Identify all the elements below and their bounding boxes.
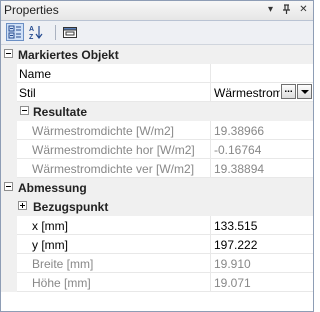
row-gutter bbox=[1, 159, 17, 178]
alphabetical-sort-button[interactable]: A Z bbox=[27, 23, 45, 41]
row-gutter bbox=[1, 83, 17, 102]
property-value[interactable]: 133.515 bbox=[214, 219, 257, 233]
property-label: y [mm] bbox=[32, 238, 68, 252]
categorized-icon bbox=[8, 25, 21, 39]
grid-empty-area bbox=[1, 295, 313, 311]
property-label: Höhe [mm] bbox=[32, 276, 91, 290]
property-value[interactable]: Wärmestrom bbox=[214, 86, 280, 100]
property-row-x[interactable]: x [mm] 133.515 bbox=[1, 216, 313, 235]
category-markiertes-objekt[interactable]: Markiertes Objekt bbox=[1, 45, 313, 64]
category-label: Resultate bbox=[33, 105, 88, 119]
property-value-cell[interactable] bbox=[211, 64, 313, 83]
property-name-cell: Name bbox=[17, 64, 211, 83]
pin-icon[interactable] bbox=[279, 2, 294, 18]
property-pages-button[interactable] bbox=[61, 23, 79, 41]
property-value-cell[interactable]: 133.515 bbox=[211, 216, 313, 235]
row-gutter bbox=[1, 121, 17, 140]
collapse-icon[interactable] bbox=[4, 182, 13, 191]
property-row-breite[interactable]: Breite [mm] 19.910 bbox=[1, 254, 313, 273]
row-gutter bbox=[1, 140, 17, 159]
property-name-cell: Wärmestromdichte ver [W/m2] bbox=[17, 159, 211, 178]
property-row-waermestromdichte-hor[interactable]: Wärmestromdichte hor [W/m2] -0.16764 bbox=[1, 140, 313, 159]
close-icon[interactable]: ✕ bbox=[296, 2, 311, 18]
toolbar-separator bbox=[55, 25, 56, 40]
property-label: Wärmestromdichte [W/m2] bbox=[32, 124, 175, 138]
category-abmessung[interactable]: Abmessung bbox=[1, 178, 313, 197]
property-label: Name bbox=[19, 67, 52, 81]
panel-title: Properties bbox=[4, 3, 59, 17]
property-row-name[interactable]: Name bbox=[1, 64, 313, 83]
category-label: Bezugspunkt bbox=[33, 200, 109, 214]
property-name-cell: Stil bbox=[17, 83, 211, 102]
property-row-hoehe[interactable]: Höhe [mm] 19.071 bbox=[1, 273, 313, 292]
property-grid: Markiertes Objekt Name Stil Wärmestrom .… bbox=[1, 45, 313, 295]
property-value-cell: 19.38894 bbox=[211, 159, 313, 178]
row-gutter bbox=[1, 235, 17, 254]
properties-panel: Properties ▾ ✕ A Z Markiertes Objekt Nam… bbox=[0, 0, 314, 312]
sort-az-icon: A Z bbox=[29, 26, 43, 40]
property-value-cell: 19.910 bbox=[211, 254, 313, 273]
property-row-waermestromdichte-ver[interactable]: Wärmestromdichte ver [W/m2] 19.38894 bbox=[1, 159, 313, 178]
property-value: 19.910 bbox=[214, 257, 251, 271]
category-bezugspunkt[interactable]: Bezugspunkt bbox=[1, 197, 313, 216]
property-row-waermestromdichte[interactable]: Wärmestromdichte [W/m2] 19.38966 bbox=[1, 121, 313, 140]
ellipsis-button[interactable]: ... bbox=[281, 84, 296, 99]
property-label: Breite [mm] bbox=[32, 257, 94, 271]
property-value: 19.38894 bbox=[214, 162, 265, 176]
property-label: Stil bbox=[19, 86, 36, 100]
menu-dropdown-icon[interactable]: ▾ bbox=[263, 2, 278, 18]
category-label: Abmessung bbox=[18, 181, 87, 195]
collapse-icon[interactable] bbox=[4, 49, 13, 58]
title-bar: Properties ▾ ✕ bbox=[1, 1, 313, 21]
property-name-cell: Breite [mm] bbox=[17, 254, 211, 273]
property-value: -0.16764 bbox=[214, 143, 262, 157]
property-name-cell: y [mm] bbox=[17, 235, 211, 254]
property-value-cell: 19.071 bbox=[211, 273, 313, 292]
row-gutter bbox=[1, 273, 17, 292]
property-value: 19.38966 bbox=[214, 124, 265, 138]
property-name-cell: Höhe [mm] bbox=[17, 273, 211, 292]
category-resultate[interactable]: Resultate bbox=[1, 102, 313, 121]
row-gutter bbox=[1, 216, 17, 235]
svg-text:Z: Z bbox=[29, 34, 34, 40]
property-row-stil[interactable]: Stil Wärmestrom ... bbox=[1, 83, 313, 102]
property-label: Wärmestromdichte hor [W/m2] bbox=[32, 143, 195, 157]
categorized-view-button[interactable] bbox=[6, 23, 24, 41]
property-row-y[interactable]: y [mm] 197.222 bbox=[1, 235, 313, 254]
row-gutter bbox=[1, 254, 17, 273]
toolbar: A Z bbox=[1, 21, 313, 45]
property-value-cell: 19.38966 bbox=[211, 121, 313, 140]
expand-icon[interactable] bbox=[18, 201, 27, 210]
row-gutter bbox=[1, 64, 17, 83]
property-value: 19.071 bbox=[214, 276, 251, 290]
property-label: Wärmestromdichte ver [W/m2] bbox=[32, 162, 195, 176]
property-name-cell: x [mm] bbox=[17, 216, 211, 235]
property-value-cell: -0.16764 bbox=[211, 140, 313, 159]
property-pages-icon bbox=[63, 27, 77, 38]
svg-text:A: A bbox=[29, 26, 34, 33]
property-name-cell: Wärmestromdichte hor [W/m2] bbox=[17, 140, 211, 159]
category-label: Markiertes Objekt bbox=[18, 48, 119, 62]
property-label: x [mm] bbox=[32, 219, 68, 233]
property-name-cell: Wärmestromdichte [W/m2] bbox=[17, 121, 211, 140]
property-value[interactable]: 197.222 bbox=[214, 238, 257, 252]
property-value-cell[interactable]: 197.222 bbox=[211, 235, 313, 254]
dropdown-arrow-icon[interactable] bbox=[297, 84, 312, 99]
collapse-icon[interactable] bbox=[20, 106, 29, 115]
